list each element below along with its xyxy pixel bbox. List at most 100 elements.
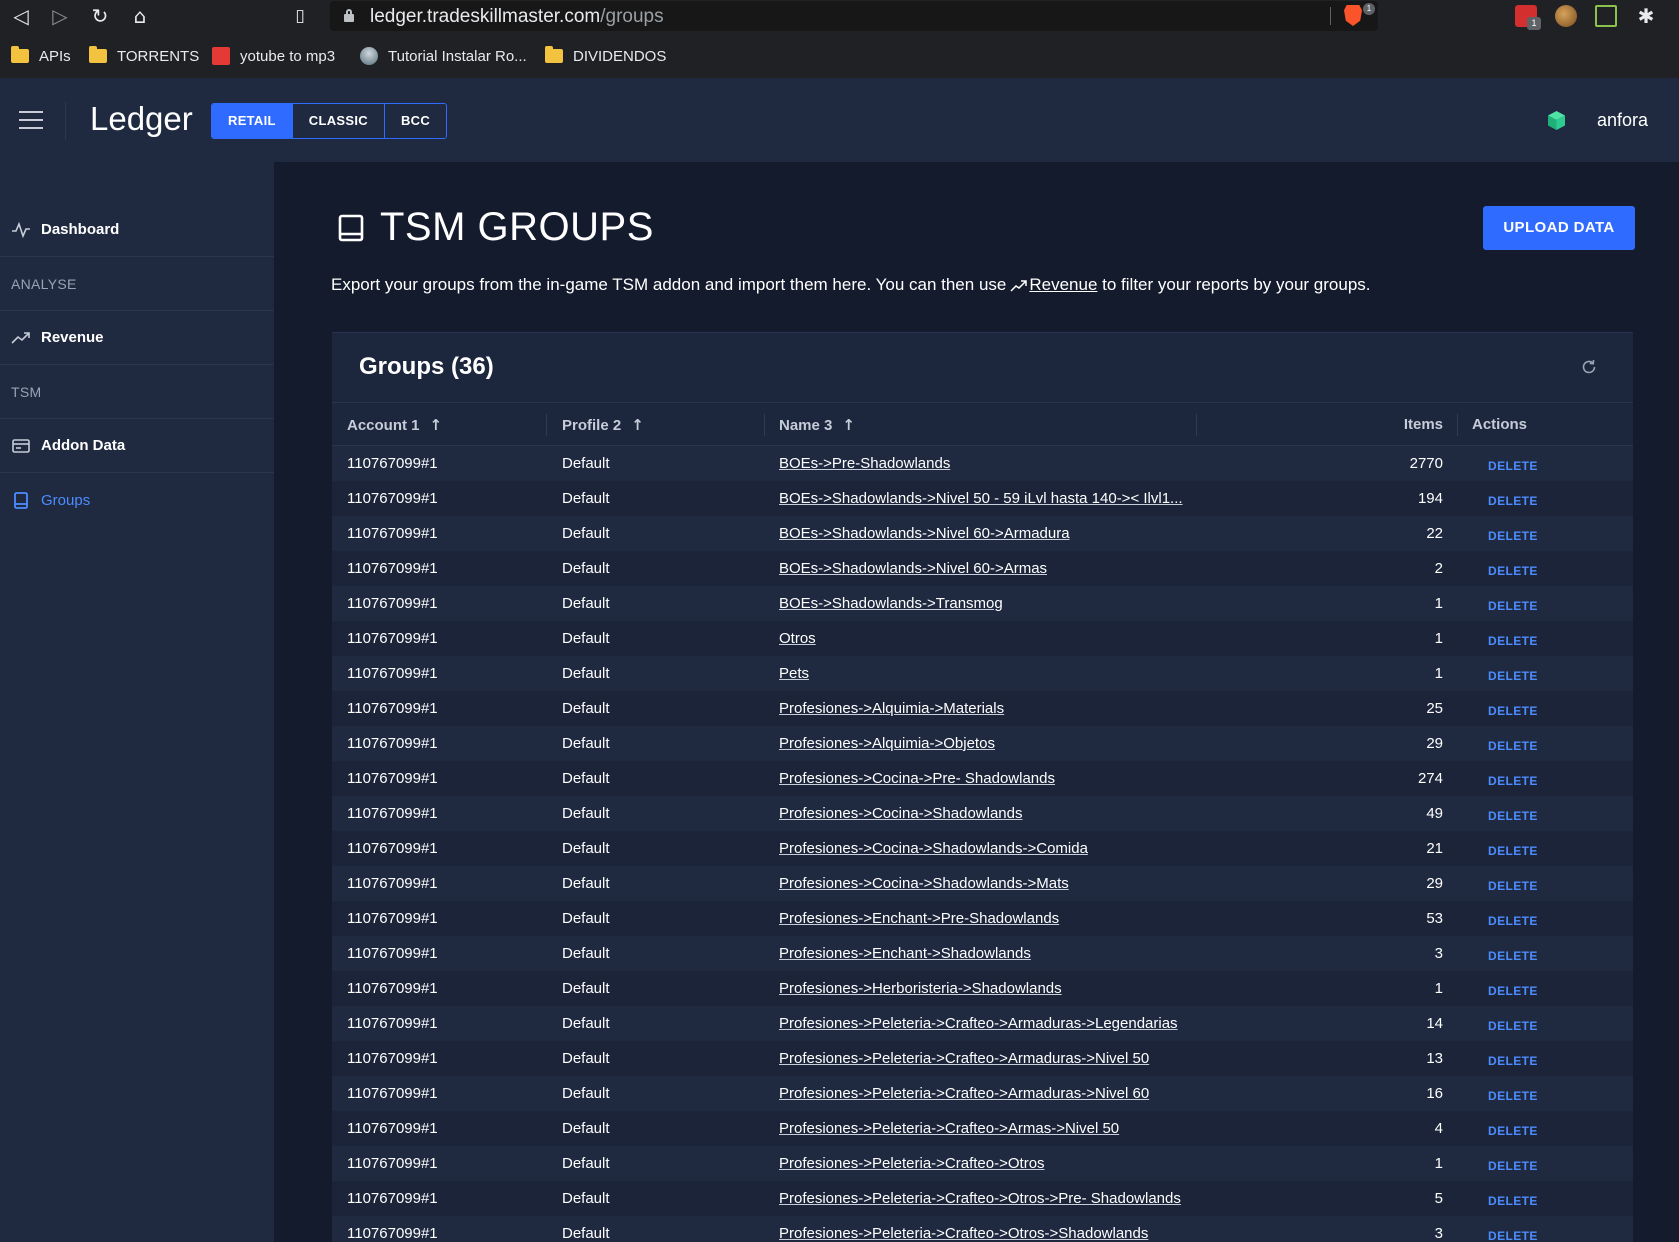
group-name-link[interactable]: Profesiones->Cocina->Shadowlands->Mats [779, 866, 1069, 901]
refresh-icon[interactable] [1580, 358, 1598, 376]
upload-data-button[interactable]: UPLOAD DATA [1483, 206, 1635, 250]
home-icon[interactable]: ⌂ [127, 3, 153, 29]
extension-notes-icon[interactable] [1595, 5, 1617, 27]
group-name-link[interactable]: Otros [779, 621, 816, 656]
bookmark-dividendos[interactable]: DIVIDENDOS [545, 44, 666, 68]
group-name-link[interactable]: Profesiones->Peleteria->Crafteo->Armadur… [779, 1076, 1149, 1111]
table-row: 110767099#1 Default BOEs->Shadowlands->Niv… [332, 516, 1633, 551]
cell-profile: Default [562, 1050, 610, 1067]
column-header-items[interactable]: Items [1363, 404, 1443, 446]
column-header-profile[interactable]: Profile 2 ↑ [562, 404, 644, 446]
delete-button[interactable]: DELETE [1488, 449, 1538, 484]
group-name-link[interactable]: Profesiones->Alquimia->Materials [779, 691, 1004, 726]
group-name-link[interactable]: Profesiones->Cocina->Shadowlands->Comida [779, 831, 1088, 866]
address-url[interactable]: ledger.tradeskillmaster.com/groups [370, 6, 664, 28]
column-header-account[interactable]: Account 1 ↑ [347, 404, 442, 446]
variant-classic-button[interactable]: CLASSIC [292, 104, 385, 138]
cell-account: 110767099#1 [347, 840, 438, 857]
extension-cookie-icon[interactable] [1555, 5, 1577, 27]
table-header: Account 1 ↑ Profile 2 ↑ Name 3 ↑ Items Acti… [332, 404, 1633, 446]
brave-shield-icon[interactable] [1344, 5, 1362, 26]
delete-button[interactable]: DELETE [1488, 1044, 1538, 1079]
group-name-link[interactable]: Profesiones->Cocina->Shadowlands [779, 796, 1022, 831]
folder-icon [545, 46, 563, 63]
column-header-name[interactable]: Name 3 ↑ [779, 404, 855, 446]
group-name-link[interactable]: BOEs->Pre-Shadowlands [779, 446, 950, 481]
delete-button[interactable]: DELETE [1488, 939, 1538, 974]
group-name-link[interactable]: Profesiones->Peleteria->Crafteo->Armas->… [779, 1111, 1119, 1146]
cell-items: 16 [1426, 1085, 1443, 1102]
delete-button[interactable]: DELETE [1488, 694, 1538, 729]
column-divider [1457, 414, 1458, 436]
sidebar-item-addon-data[interactable]: Addon Data [0, 419, 274, 473]
group-name-link[interactable]: Profesiones->Alquimia->Objetos [779, 726, 995, 761]
user-menu[interactable]: anfora [1597, 110, 1648, 131]
sidebar-item-groups[interactable]: Groups [0, 473, 274, 527]
sidebar-item-label: Dashboard [41, 221, 120, 238]
group-name-link[interactable]: BOEs->Shadowlands->Nivel 60->Armas [779, 551, 1047, 586]
sidebar-item-dashboard[interactable]: Dashboard [0, 203, 274, 257]
delete-button[interactable]: DELETE [1488, 1079, 1538, 1114]
group-name-link[interactable]: Profesiones->Peleteria->Crafteo->Armadur… [779, 1006, 1178, 1041]
delete-button[interactable]: DELETE [1488, 659, 1538, 694]
delete-button[interactable]: DELETE [1488, 764, 1538, 799]
group-name-link[interactable]: Profesiones->Peleteria->Crafteo->Armadur… [779, 1041, 1149, 1076]
delete-button[interactable]: DELETE [1488, 624, 1538, 659]
card-icon [12, 438, 30, 453]
menu-icon[interactable] [19, 111, 43, 129]
group-name-link[interactable]: Profesiones->Herboristeria->Shadowlands [779, 971, 1062, 1006]
delete-button[interactable]: DELETE [1488, 1184, 1538, 1219]
delete-button[interactable]: DELETE [1488, 834, 1538, 869]
cell-items: 1 [1434, 630, 1443, 647]
delete-button[interactable]: DELETE [1488, 1009, 1538, 1044]
bookmark-torrents[interactable]: TORRENTS [89, 44, 199, 68]
cell-account: 110767099#1 [347, 980, 438, 997]
address-bar[interactable]: ledger.tradeskillmaster.com/groups 1 [330, 1, 1378, 31]
variant-bcc-button[interactable]: BCC [384, 104, 447, 138]
group-name-link[interactable]: BOEs->Shadowlands->Nivel 60->Armadura [779, 516, 1070, 551]
extension-badge: 1 [1527, 17, 1541, 30]
table-row: 110767099#1 Default Profesiones->Peleteria… [332, 1216, 1633, 1242]
forward-icon[interactable]: ▷ [47, 3, 73, 29]
delete-button[interactable]: DELETE [1488, 799, 1538, 834]
cell-account: 110767099#1 [347, 1190, 438, 1207]
group-name-link[interactable]: Profesiones->Peleteria->Crafteo->Otros [779, 1146, 1045, 1181]
bookmark-apis[interactable]: APIs [11, 44, 71, 68]
group-name-link[interactable]: Profesiones->Peleteria->Crafteo->Otros->… [779, 1216, 1148, 1242]
extensions-puzzle-icon[interactable]: ✱ [1635, 5, 1657, 27]
group-name-link[interactable]: BOEs->Shadowlands->Transmog [779, 586, 1003, 621]
delete-button[interactable]: DELETE [1488, 519, 1538, 554]
delete-button[interactable]: DELETE [1488, 589, 1538, 624]
delete-button[interactable]: DELETE [1488, 729, 1538, 764]
group-name-link[interactable]: Profesiones->Cocina->Pre- Shadowlands [779, 761, 1055, 796]
delete-button[interactable]: DELETE [1488, 1114, 1538, 1149]
cell-account: 110767099#1 [347, 735, 438, 752]
group-name-link[interactable]: Pets [779, 656, 809, 691]
sidebar-item-revenue[interactable]: Revenue [0, 311, 274, 365]
delete-button[interactable]: DELETE [1488, 484, 1538, 519]
folder-icon [11, 46, 29, 63]
delete-button[interactable]: DELETE [1488, 869, 1538, 904]
reload-icon[interactable]: ↻ [87, 3, 113, 29]
delete-button[interactable]: DELETE [1488, 554, 1538, 589]
table-row: 110767099#1 Default Profesiones->Peleteria… [332, 1146, 1633, 1181]
group-name-link[interactable]: Profesiones->Enchant->Shadowlands [779, 936, 1031, 971]
back-icon[interactable]: ◁ [8, 3, 34, 29]
delete-button[interactable]: DELETE [1488, 1219, 1538, 1242]
bookmark-youtube-mp3[interactable]: yotube to mp3 [212, 44, 335, 68]
delete-button[interactable]: DELETE [1488, 904, 1538, 939]
group-name-link[interactable]: Profesiones->Enchant->Pre-Shadowlands [779, 901, 1059, 936]
variant-retail-button[interactable]: RETAIL [212, 104, 293, 138]
bookmark-icon[interactable]: ▯ [287, 3, 313, 29]
revenue-link[interactable]: Revenue [1029, 275, 1097, 294]
cube-icon [1548, 111, 1565, 130]
delete-button[interactable]: DELETE [1488, 974, 1538, 1009]
group-name-link[interactable]: Profesiones->Peleteria->Crafteo->Otros->… [779, 1181, 1181, 1216]
cell-profile: Default [562, 560, 610, 577]
cell-items: 25 [1426, 700, 1443, 717]
delete-button[interactable]: DELETE [1488, 1149, 1538, 1184]
table-row: 110767099#1 Default Profesiones->Peleteria… [332, 1041, 1633, 1076]
group-name-link[interactable]: BOEs->Shadowlands->Nivel 50 - 59 iLvl ha… [779, 481, 1183, 516]
bookmark-tutorial[interactable]: Tutorial Instalar Ro... [360, 44, 527, 68]
brand-title[interactable]: Ledger [90, 100, 193, 138]
